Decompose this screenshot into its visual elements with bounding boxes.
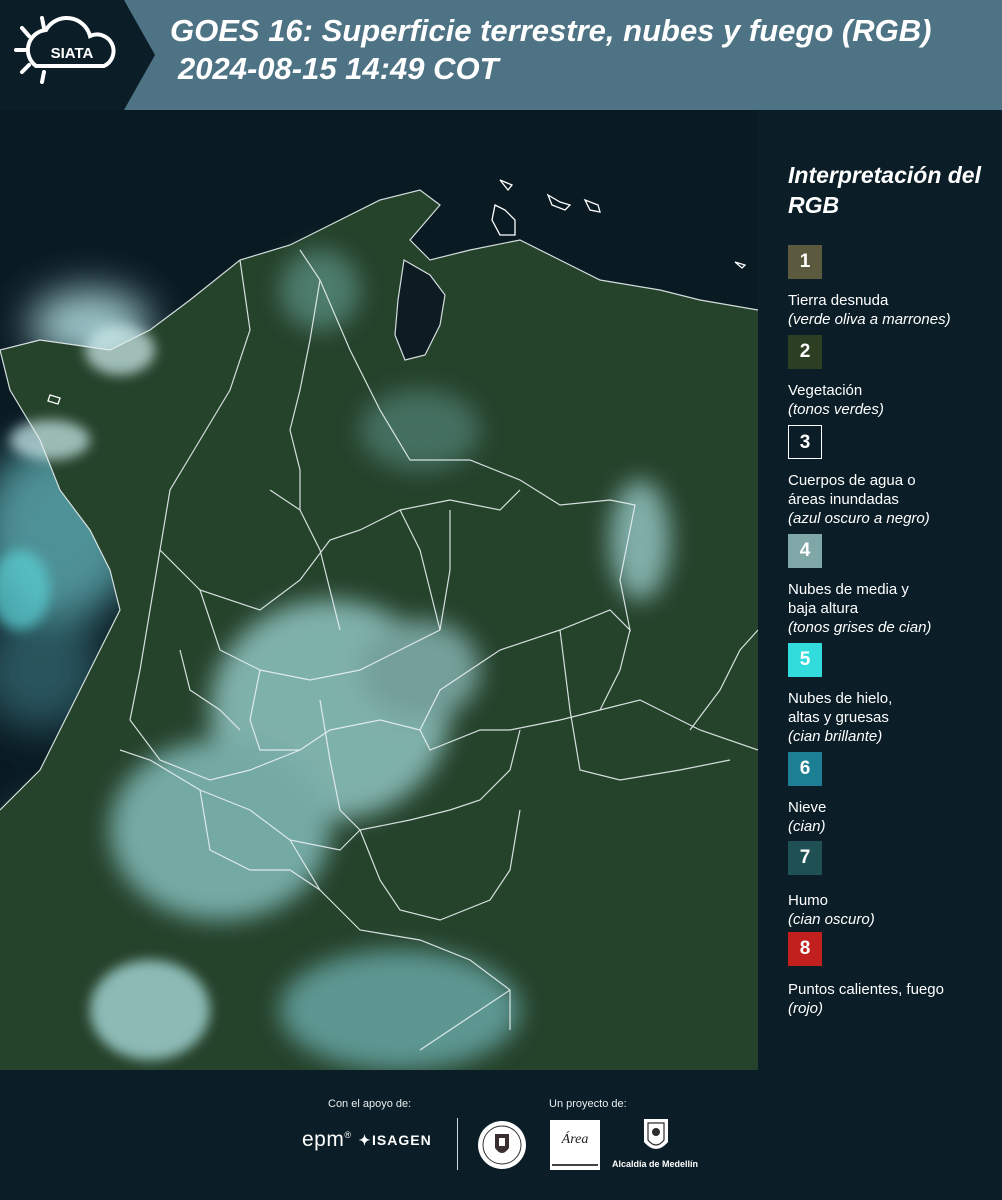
isagen-mark-icon: ✦	[358, 1132, 372, 1148]
legend-desc: (cian oscuro)	[788, 911, 875, 928]
legend-label: Nieve	[788, 799, 827, 816]
legend-desc: (tonos verdes)	[788, 401, 884, 418]
footer-divider	[457, 1118, 458, 1170]
legend-label: Cuerpos de agua o áreas inundadas	[788, 472, 916, 508]
legend-swatch: 3	[788, 425, 822, 459]
legend-label: Vegetación	[788, 382, 863, 399]
legend-swatch: 8	[788, 932, 822, 966]
satellite-map	[0, 110, 758, 1070]
legend-item-vegetation: 2 Vegetación (tonos verdes)	[788, 335, 884, 419]
legend-swatch: 5	[788, 643, 822, 677]
legend-item-fire: 8 Puntos calientes, fuego (rojo)	[788, 932, 998, 1018]
legend-label: Nubes de hielo, altas y gruesas	[788, 690, 893, 726]
legend-label: Tierra desnuda	[788, 292, 889, 309]
legend: Interpretación del RGB 1 Tierra desnuda …	[788, 160, 998, 1017]
siata-logo-icon: SIATA	[14, 16, 116, 84]
siata-logo: SIATA	[0, 0, 155, 110]
legend-label: Puntos calientes, fuego	[788, 981, 944, 998]
legend-item-water: 3 Cuerpos de agua o áreas inundadas (azu…	[788, 425, 988, 528]
legend-swatch: 1	[788, 245, 822, 279]
support-label: Con el apoyo de:	[328, 1098, 412, 1110]
satellite-image	[0, 110, 758, 1070]
header: SIATA GOES 16: Superficie terrestre, nub…	[0, 0, 1002, 110]
legend-swatch: 2	[788, 335, 822, 369]
project-label: Un proyecto de:	[549, 1098, 627, 1110]
legend-swatch: 6	[788, 752, 822, 786]
legend-item-mid-low-clouds: 4 Nubes de media y baja altura (tonos gr…	[788, 534, 988, 637]
isagen-logo: ✦ISAGEN	[358, 1132, 432, 1149]
legend-desc: (cian)	[788, 818, 826, 835]
title-line-1: GOES 16: Superficie terrestre, nubes y f…	[170, 13, 932, 48]
legend-desc: (azul oscuro a negro)	[788, 510, 930, 527]
area-metropolitana-logo: Área	[550, 1120, 600, 1170]
legend-label: Humo	[788, 892, 829, 909]
area-logo-text: Área	[561, 1132, 589, 1147]
epm-logo: epm®	[302, 1128, 352, 1151]
isagen-logo-text: ISAGEN	[372, 1132, 432, 1148]
alcaldia-shield-icon	[644, 1119, 668, 1149]
legend-item-smoke: 7 Humo (cian oscuro)	[788, 841, 875, 929]
legend-item-bare-soil: 1 Tierra desnuda (verde oliva a marrones…	[788, 245, 951, 329]
legend-title: Interpretación del RGB	[788, 162, 981, 218]
legend-desc: (verde oliva a marrones)	[788, 311, 951, 328]
epm-logo-text: epm	[302, 1128, 345, 1151]
legend-swatch: 4	[788, 534, 822, 568]
legend-label: Nubes de media y baja altura	[788, 581, 909, 617]
legend-swatch: 7	[788, 841, 822, 875]
legend-desc: (cian brillante)	[788, 728, 883, 745]
legend-desc: (rojo)	[788, 1000, 824, 1017]
legend-desc: (tonos grises de cian)	[788, 619, 932, 636]
title-line-2: 2024-08-15 14:49 COT	[178, 51, 499, 86]
footer: Con el apoyo de: Un proyecto de: epm® ✦I…	[0, 1070, 1002, 1200]
legend-item-ice-clouds: 5 Nubes de hielo, altas y gruesas (cian …	[788, 643, 988, 746]
alcaldia-label: Alcaldía de Medellín	[612, 1159, 699, 1169]
university-seal-icon	[478, 1121, 526, 1169]
page-title: GOES 16: Superficie terrestre, nubes y f…	[170, 12, 1000, 88]
legend-item-snow: 6 Nieve (cian)	[788, 752, 826, 836]
svg-text:SIATA: SIATA	[51, 45, 94, 62]
